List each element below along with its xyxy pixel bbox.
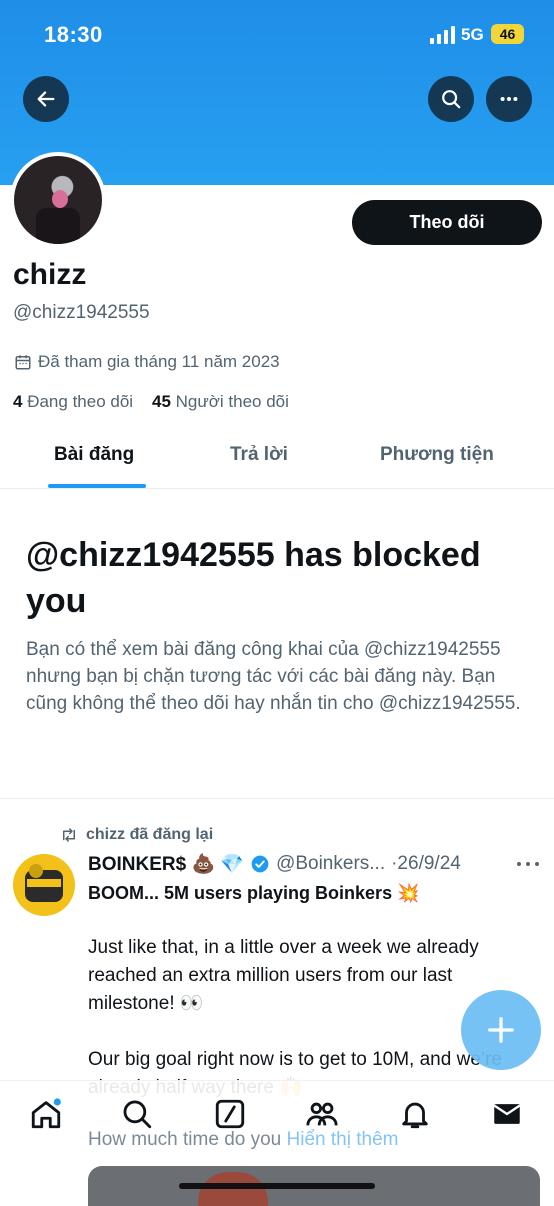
tweet-truncated-text: How much time do you Hiển thị thêm xyxy=(88,1129,398,1151)
grok-icon[interactable] xyxy=(213,1097,247,1131)
tab-media[interactable]: Phương tiện xyxy=(380,444,494,466)
joined-date: Đã tham gia tháng 11 năm 2023 xyxy=(14,352,280,372)
plus-icon xyxy=(488,1017,514,1043)
battery-icon: 46 xyxy=(491,24,524,44)
network-type: 5G xyxy=(461,25,484,44)
status-time: 18:30 xyxy=(44,22,103,47)
followers-link[interactable]: 45 Người theo dõi xyxy=(152,392,289,411)
blocked-title: @chizz1942555 has blocked you xyxy=(26,536,481,620)
joined-text: Đã tham gia tháng 11 năm 2023 xyxy=(38,352,280,371)
profile-tabs: Bài đăng Trả lời Phương tiện xyxy=(0,430,554,489)
explore-icon[interactable] xyxy=(120,1097,154,1131)
profile-display-name: chizz xyxy=(13,258,87,291)
tweet-author-name[interactable]: BOINKER$ 💩 💎 xyxy=(88,852,244,876)
tweet-avatar[interactable] xyxy=(13,854,75,916)
home-icon[interactable] xyxy=(29,1097,63,1131)
more-options-button[interactable] xyxy=(486,76,532,122)
following-count: 4 xyxy=(13,392,23,411)
tweet-headline: BOOM... 5M users playing Boinkers 💥 xyxy=(88,883,420,903)
show-more-link[interactable]: Hiển thị thêm xyxy=(287,1129,399,1150)
tab-posts[interactable]: Bài đăng xyxy=(54,444,134,466)
compose-fab-button[interactable] xyxy=(461,990,541,1070)
tweet-more-icon[interactable] xyxy=(516,860,540,868)
tab-replies[interactable]: Trả lời xyxy=(230,444,288,466)
following-label: Đang theo dõi xyxy=(27,392,134,411)
followers-count: 45 xyxy=(151,392,171,411)
avatar-image xyxy=(14,156,102,244)
verified-icon xyxy=(251,855,269,873)
tweet-continuation: How much time do you xyxy=(88,1129,282,1150)
communities-icon[interactable] xyxy=(305,1097,339,1131)
profile-avatar[interactable] xyxy=(10,152,106,248)
active-tab-indicator xyxy=(48,484,146,488)
repost-indicator: chizz đã đăng lại xyxy=(60,826,213,844)
divider xyxy=(0,798,554,799)
signal-icon xyxy=(430,26,456,44)
home-indicator xyxy=(179,1183,375,1189)
calendar-icon xyxy=(15,355,31,370)
following-link[interactable]: 4 Đang theo dõi xyxy=(13,392,133,411)
search-icon xyxy=(442,90,461,109)
repost-icon xyxy=(63,828,75,842)
tweet-author-handle[interactable]: @Boinkers... xyxy=(276,853,385,875)
back-button[interactable] xyxy=(23,76,69,122)
follow-button[interactable]: Theo dõi xyxy=(352,200,542,245)
blocked-description: Bạn có thể xem bài đăng công khai của @c… xyxy=(26,639,521,714)
more-dots-icon xyxy=(500,96,518,102)
notifications-icon[interactable] xyxy=(398,1097,432,1131)
followers-label: Người theo dõi xyxy=(175,392,289,411)
profile-handle: @chizz1942555 xyxy=(13,302,150,323)
back-arrow-icon xyxy=(37,91,55,107)
messages-icon[interactable] xyxy=(490,1097,524,1131)
repost-label: chizz đã đăng lại xyxy=(86,826,214,843)
search-button[interactable] xyxy=(428,76,474,122)
status-bar: 18:30 5G 46 xyxy=(0,0,554,70)
follow-counts: 4 Đang theo dõi 45 Người theo dõi xyxy=(13,392,289,412)
tweet-header: BOINKER$ 💩 💎 @Boinkers... ·26/9/24 xyxy=(88,852,461,876)
tweet-date: ·26/9/24 xyxy=(391,853,461,874)
